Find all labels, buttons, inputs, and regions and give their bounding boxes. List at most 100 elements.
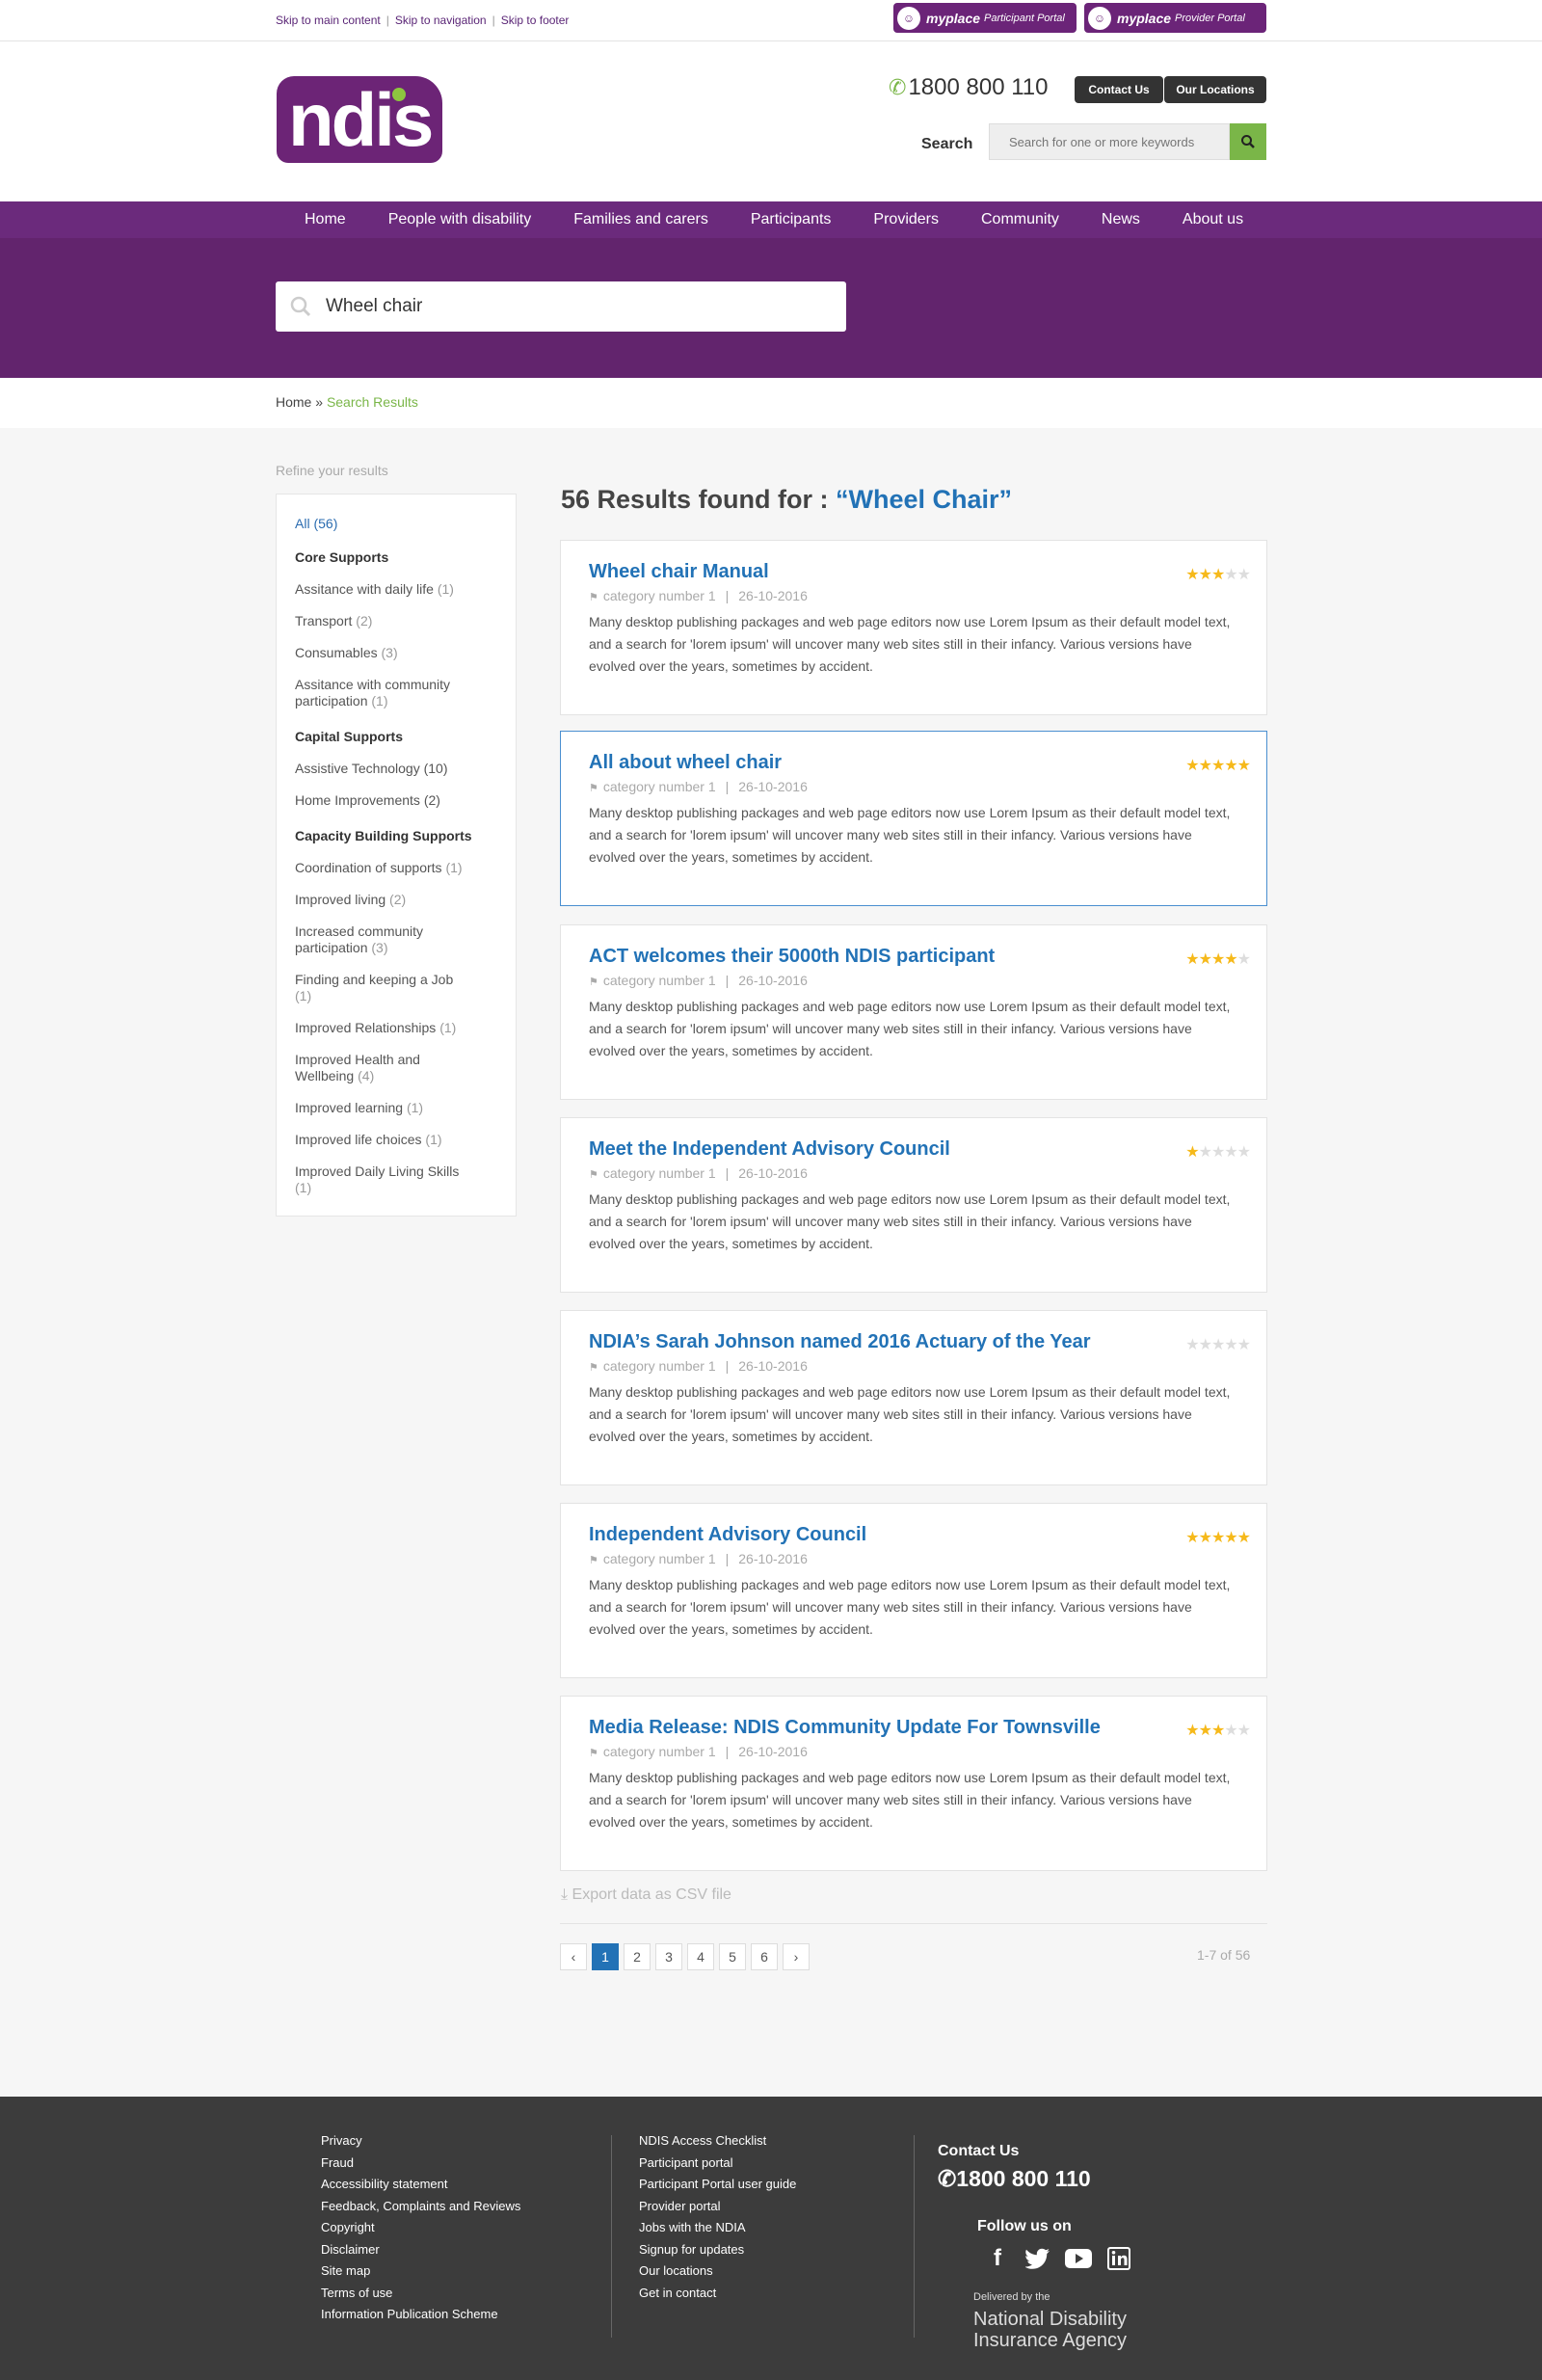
result-summary: Many desktop publishing packages and web… xyxy=(589,999,1231,1058)
result-title[interactable]: Meet the Independent Advisory Council xyxy=(589,1137,1266,1161)
page-button[interactable]: 3 xyxy=(655,1943,682,1970)
our-locations-button[interactable]: Our Locations xyxy=(1164,76,1266,103)
nav-home[interactable]: Home xyxy=(305,201,346,238)
skip-main-link[interactable]: Skip to main content xyxy=(276,13,381,27)
filter-item[interactable]: Assistive Technology (10) xyxy=(295,761,468,777)
participant-portal-button[interactable]: ☺ myplace Participant Portal xyxy=(893,3,1077,33)
result-card[interactable]: Wheel chair Manual ⚑ category number 1 | 26… xyxy=(560,540,1267,715)
result-title[interactable]: Wheel chair Manual xyxy=(589,560,1266,583)
star-filled-icon: ★ xyxy=(1185,758,1199,774)
nav-about-us[interactable]: About us xyxy=(1183,201,1243,238)
nav-providers[interactable]: Providers xyxy=(873,201,939,238)
linkedin-icon[interactable] xyxy=(1104,2244,1133,2273)
page-button[interactable]: 2 xyxy=(624,1943,651,1970)
result-title[interactable]: All about wheel chair xyxy=(589,751,1266,774)
filter-item[interactable]: Home Improvements (2) xyxy=(295,792,468,809)
skip-bar: Skip to main content | Skip to navigation |… xyxy=(0,0,1542,41)
footer-link[interactable]: Fraud xyxy=(321,2153,520,2175)
tag-icon: ⚑ xyxy=(589,1555,598,1566)
filter-item[interactable]: Assitance with community participation (… xyxy=(295,677,468,709)
footer-link[interactable]: Provider portal xyxy=(639,2196,796,2218)
facebook-icon[interactable]: f xyxy=(983,2244,1012,2273)
nav-community[interactable]: Community xyxy=(981,201,1059,238)
star-empty-icon: ★ xyxy=(1224,1337,1237,1353)
page-button[interactable]: 1 xyxy=(592,1943,619,1970)
nav-families-and-carers[interactable]: Families and carers xyxy=(573,201,708,238)
footer-link[interactable]: Jobs with the NDIA xyxy=(639,2217,796,2239)
export-csv-link[interactable]: ⤓ Export data as CSV file xyxy=(561,1886,731,1904)
twitter-icon[interactable] xyxy=(1024,2244,1052,2273)
footer-link[interactable]: Accessibility statement xyxy=(321,2174,520,2196)
footer-link[interactable]: Information Publication Scheme xyxy=(321,2304,520,2326)
myplace-logo-icon: ☺ xyxy=(897,6,920,30)
result-card[interactable]: ACT welcomes their 5000th NDIS participa… xyxy=(560,924,1267,1100)
footer-link[interactable]: Privacy xyxy=(321,2130,520,2153)
hero-search-input[interactable] xyxy=(312,296,794,317)
pagination: ‹ 1 2 3 4 5 6 › xyxy=(560,1943,814,1970)
footer-link[interactable]: Feedback, Complaints and Reviews xyxy=(321,2196,520,2218)
breadcrumb-home[interactable]: Home xyxy=(276,394,311,410)
header-search-input[interactable] xyxy=(989,123,1230,160)
result-meta: ⚑ category number 1 | 26-10-2016 xyxy=(589,973,808,988)
prev-page-button[interactable]: ‹ xyxy=(560,1943,587,1970)
search-button[interactable] xyxy=(1230,123,1266,160)
filter-item[interactable]: Transport (2) xyxy=(295,613,468,629)
footer-link[interactable]: NDIS Access Checklist xyxy=(639,2130,796,2153)
next-page-button[interactable]: › xyxy=(783,1943,810,1970)
delivered-by-text: Delivered by the xyxy=(973,2291,1050,2303)
youtube-icon[interactable] xyxy=(1064,2244,1093,2273)
result-card[interactable]: Independent Advisory Council ⚑ category n… xyxy=(560,1503,1267,1678)
result-card[interactable]: Meet the Independent Advisory Council ⚑ c… xyxy=(560,1117,1267,1293)
filter-item[interactable]: Improved Relationships (1) xyxy=(295,1020,468,1036)
breadcrumb-current: Search Results xyxy=(326,394,418,410)
ndis-logo[interactable]: ndis xyxy=(277,76,442,163)
footer-link[interactable]: Signup for updates xyxy=(639,2239,796,2261)
header-phone[interactable]: ✆1800 800 110 xyxy=(889,74,1048,101)
hero-search-field[interactable] xyxy=(276,281,846,332)
agency-logo-text: National Disability Insurance Agency xyxy=(973,2309,1127,2351)
filter-item[interactable]: Improved Daily Living Skills (1) xyxy=(295,1163,468,1196)
skip-nav-link[interactable]: Skip to navigation xyxy=(395,13,487,27)
nav-people-with-disability[interactable]: People with disability xyxy=(388,201,532,238)
nav-participants[interactable]: Participants xyxy=(751,201,832,238)
star-filled-icon: ★ xyxy=(1185,1723,1199,1739)
page-button[interactable]: 5 xyxy=(719,1943,746,1970)
result-title[interactable]: ACT welcomes their 5000th NDIS participa… xyxy=(589,945,1266,968)
phone-icon: ✆ xyxy=(889,75,907,99)
page-button[interactable]: 4 xyxy=(687,1943,714,1970)
star-rating: ★★★★★ xyxy=(1185,1528,1251,1547)
footer-link[interactable]: Participant Portal user guide xyxy=(639,2174,796,2196)
result-card[interactable]: NDIA’s Sarah Johnson named 2016 Actuary … xyxy=(560,1310,1267,1485)
filter-item[interactable]: Improved Health and Wellbeing (4) xyxy=(295,1052,468,1084)
footer-link[interactable]: Disclaimer xyxy=(321,2239,520,2261)
footer-link[interactable]: Terms of use xyxy=(321,2283,520,2305)
filter-item[interactable]: Improved living (2) xyxy=(295,892,468,908)
footer-link[interactable]: Site map xyxy=(321,2260,520,2283)
page-button[interactable]: 6 xyxy=(751,1943,778,1970)
filter-item[interactable]: Finding and keeping a Job (1) xyxy=(295,972,468,1004)
filter-item[interactable]: Improved learning (1) xyxy=(295,1100,468,1116)
footer-link[interactable]: Participant portal xyxy=(639,2153,796,2175)
footer-divider xyxy=(611,2135,612,2338)
footer-phone[interactable]: ✆1800 800 110 xyxy=(938,2166,1091,2192)
provider-portal-button[interactable]: ☺ myplace Provider Portal xyxy=(1084,3,1266,33)
result-card[interactable]: Media Release: NDIS Community Update For… xyxy=(560,1696,1267,1871)
nav-news[interactable]: News xyxy=(1102,201,1140,238)
filter-item[interactable]: Consumables (3) xyxy=(295,645,468,661)
main-nav: Home People with disability Families and… xyxy=(0,201,1542,238)
result-meta: ⚑ category number 1 | 26-10-2016 xyxy=(589,588,808,603)
skip-footer-link[interactable]: Skip to footer xyxy=(501,13,570,27)
filter-item[interactable]: Assitance with daily life (1) xyxy=(295,581,468,598)
result-title[interactable]: Independent Advisory Council xyxy=(589,1523,1266,1546)
result-card[interactable]: All about wheel chair ⚑ category number 1… xyxy=(560,731,1267,906)
result-title[interactable]: NDIA’s Sarah Johnson named 2016 Actuary … xyxy=(589,1330,1266,1353)
contact-us-button[interactable]: Contact Us xyxy=(1075,76,1163,103)
footer-link[interactable]: Our locations xyxy=(639,2260,796,2283)
filter-all[interactable]: All (56) xyxy=(295,516,468,532)
filter-item[interactable]: Increased community participation (3) xyxy=(295,923,468,956)
footer-link[interactable]: Copyright xyxy=(321,2217,520,2239)
filter-item[interactable]: Improved life choices (1) xyxy=(295,1132,468,1148)
footer-link[interactable]: Get in contact xyxy=(639,2283,796,2305)
result-title[interactable]: Media Release: NDIS Community Update For… xyxy=(589,1716,1266,1739)
filter-item[interactable]: Coordination of supports (1) xyxy=(295,860,468,876)
